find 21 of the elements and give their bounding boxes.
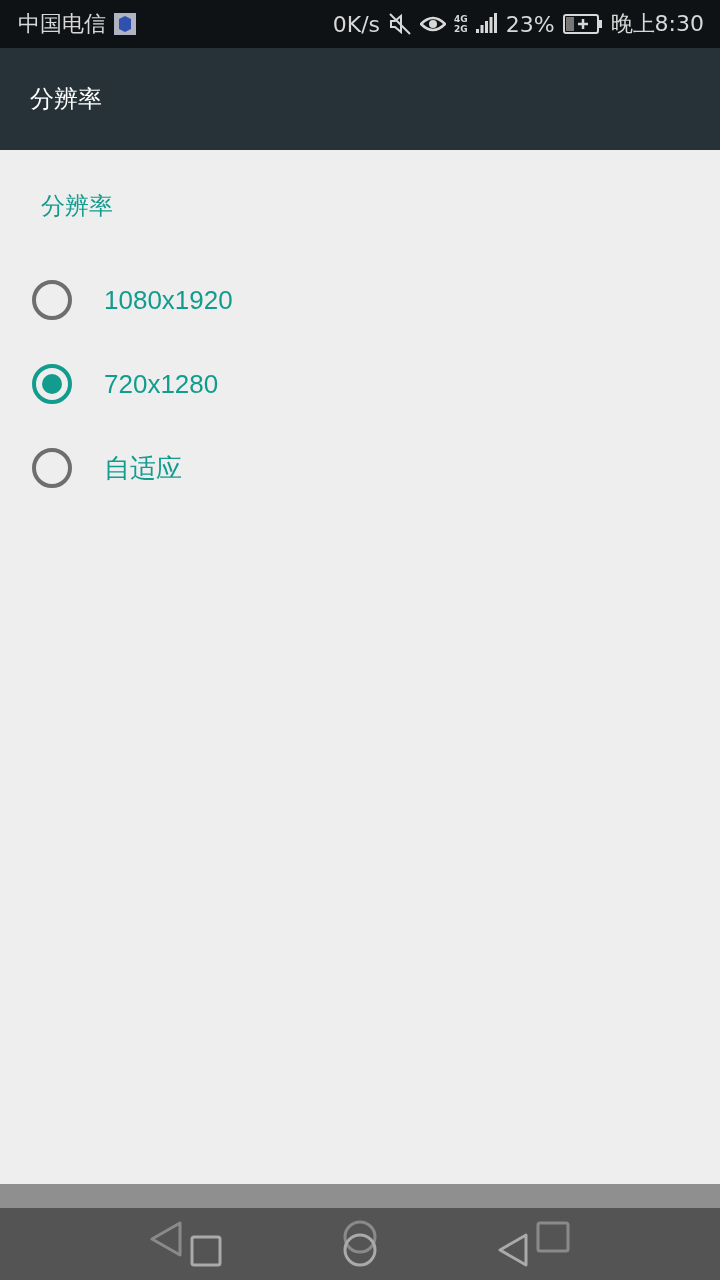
- double-circle-icon[interactable]: [342, 1220, 378, 1268]
- sim-icon: [114, 13, 136, 35]
- option-label[interactable]: 自适应: [104, 450, 182, 486]
- triangle-square-icon[interactable]: [150, 1221, 222, 1267]
- radio-button[interactable]: [32, 448, 72, 488]
- option-label[interactable]: 720x1280: [104, 368, 219, 400]
- signal-icon: [475, 13, 498, 35]
- radio-button[interactable]: [32, 364, 72, 404]
- eye-icon: [420, 14, 447, 34]
- carrier-name: 中国电信: [18, 10, 106, 38]
- battery-icon: [562, 14, 603, 34]
- mute-icon: [388, 12, 413, 36]
- app-bar-title: 分辨率: [30, 84, 102, 115]
- radio-button[interactable]: [32, 280, 72, 320]
- battery-percent: 23%: [505, 11, 555, 37]
- triangle-square-icon[interactable]: [498, 1221, 570, 1267]
- section-title: 分辨率: [40, 191, 114, 222]
- network-type: 4G 2G: [454, 14, 468, 34]
- clock: 晚上8:30: [610, 10, 704, 38]
- network-speed: 0K/s: [332, 11, 381, 37]
- option-label[interactable]: 1080x1920: [104, 284, 233, 316]
